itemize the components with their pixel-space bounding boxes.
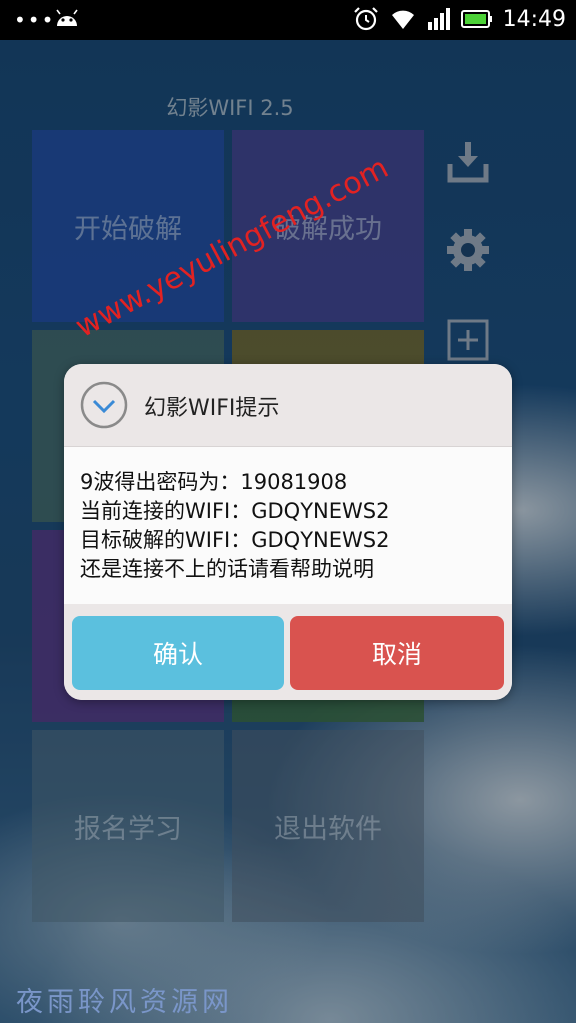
dialog-footer: 确认 取消 [64, 604, 512, 700]
wifi-icon [391, 10, 414, 29]
status-bar: ••• 14:49 [0, 0, 576, 40]
message-line: 9波得出密码为：19081908 [80, 470, 348, 494]
prompt-dialog: 幻影WIFI提示 9波得出密码为：19081908 当前连接的WIFI：GDQY… [64, 364, 512, 700]
clock: 14:49 [502, 6, 566, 32]
dialog-header: 幻影WIFI提示 [64, 364, 512, 447]
android-icon [56, 9, 78, 26]
watermark-site-name: 夜雨聆风资源网 [16, 987, 233, 1018]
alarm-icon [353, 7, 378, 31]
chevron-down-icon [80, 381, 128, 429]
battery-icon [460, 10, 492, 28]
dialog-title: 幻影WIFI提示 [144, 396, 280, 421]
confirm-button[interactable]: 确认 [72, 616, 284, 690]
message-line: 当前连接的WIFI：GDQYNEWS2 [80, 499, 390, 523]
message-line: 还是连接不上的话请看帮助说明 [80, 557, 374, 581]
notification-dots: ••• [14, 8, 56, 32]
cancel-button[interactable]: 取消 [290, 616, 504, 690]
dialog-message: 9波得出密码为：19081908 当前连接的WIFI：GDQYNEWS2 目标破… [80, 468, 500, 584]
message-line: 目标破解的WIFI：GDQYNEWS2 [80, 528, 390, 552]
signal-icon [427, 8, 450, 30]
